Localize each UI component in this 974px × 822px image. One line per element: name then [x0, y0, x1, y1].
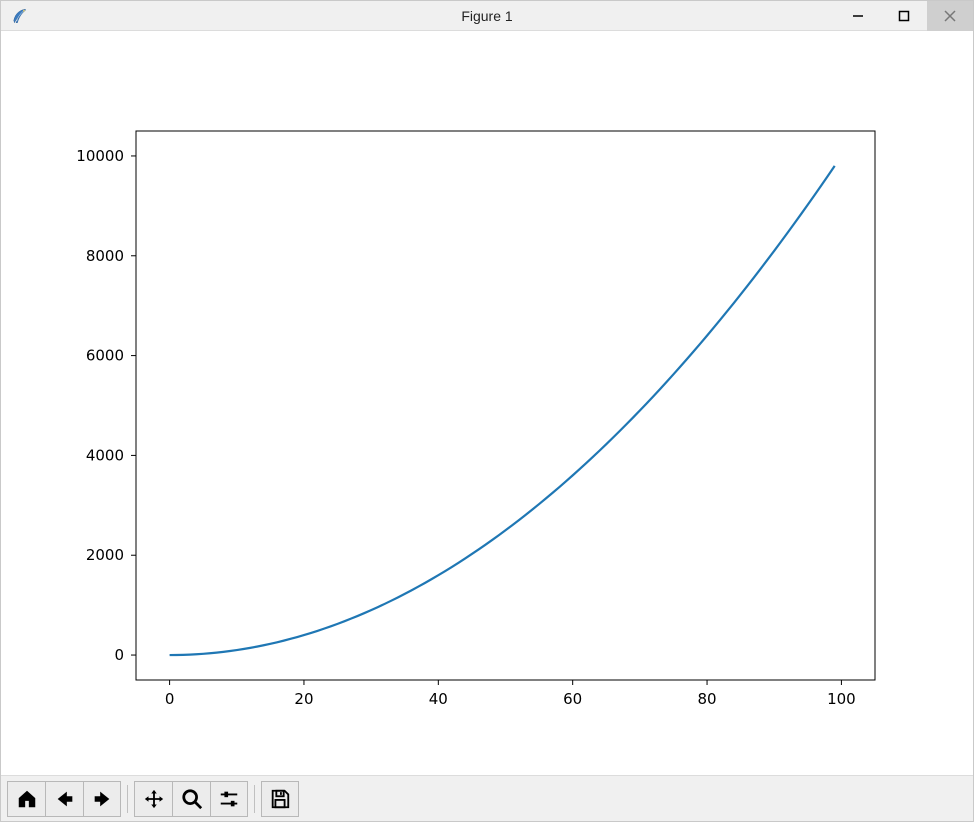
- x-tick-label: 100: [827, 690, 856, 708]
- toolbar-separator: [254, 785, 255, 813]
- y-tick-label: 2000: [86, 546, 124, 564]
- sliders-icon: [218, 788, 240, 810]
- arrow-left-icon: [54, 788, 76, 810]
- home-icon: [16, 788, 38, 810]
- y-tick-label: 10000: [76, 147, 124, 165]
- y-tick-label: 6000: [86, 347, 124, 365]
- window-controls: [835, 1, 973, 31]
- subplots-button[interactable]: [210, 781, 248, 817]
- zoom-button[interactable]: [172, 781, 210, 817]
- zoom-icon: [181, 788, 203, 810]
- toolbar-separator: [127, 785, 128, 813]
- y-tick-label: 8000: [86, 247, 124, 265]
- save-button[interactable]: [261, 781, 299, 817]
- minimize-icon: [852, 10, 864, 22]
- back-button[interactable]: [45, 781, 83, 817]
- minimize-button[interactable]: [835, 1, 881, 31]
- toolbar: [1, 775, 973, 821]
- x-tick-label: 20: [294, 690, 313, 708]
- maximize-icon: [898, 10, 910, 22]
- titlebar: Figure 1: [1, 1, 973, 31]
- y-tick-label: 0: [114, 646, 124, 664]
- app-window: Figure 1 0 20 40 60 80 100 0 2000 4000 6000 8000 10…: [0, 0, 974, 822]
- x-tick-label: 40: [429, 690, 448, 708]
- close-icon: [943, 9, 957, 23]
- line-series: [170, 166, 835, 655]
- window-title: Figure 1: [461, 8, 512, 24]
- feather-icon: [9, 6, 29, 26]
- plot: 0 20 40 60 80 100 0 2000 4000 6000 8000 10000: [1, 31, 973, 775]
- x-tick-label: 60: [563, 690, 582, 708]
- plot-canvas[interactable]: 0 20 40 60 80 100 0 2000 4000 6000 8000 10000: [1, 31, 973, 775]
- maximize-button[interactable]: [881, 1, 927, 31]
- arrow-right-icon: [91, 788, 113, 810]
- y-tick-label: 4000: [86, 446, 124, 464]
- move-icon: [143, 788, 165, 810]
- close-button[interactable]: [927, 1, 973, 31]
- x-tick-label: 0: [165, 690, 175, 708]
- save-icon: [269, 788, 291, 810]
- forward-button[interactable]: [83, 781, 121, 817]
- pan-button[interactable]: [134, 781, 172, 817]
- x-tick-label: 80: [697, 690, 716, 708]
- home-button[interactable]: [7, 781, 45, 817]
